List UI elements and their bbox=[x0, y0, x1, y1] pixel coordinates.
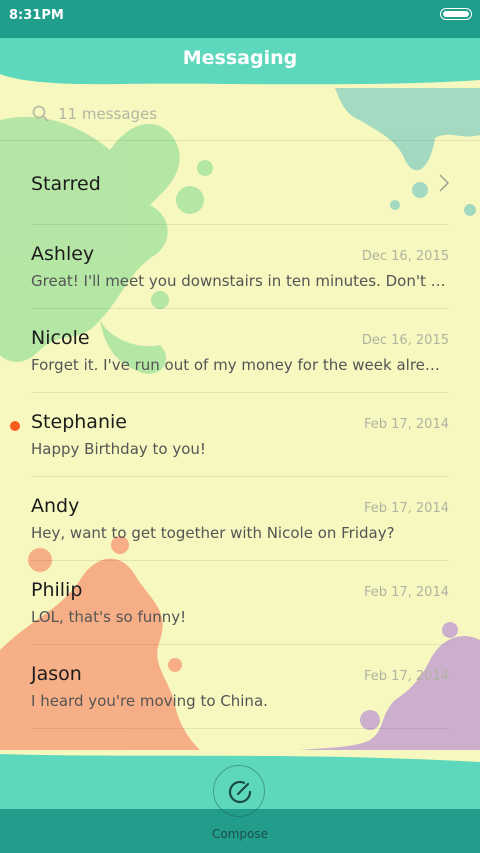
conversation-item-stephanie[interactable]: Stephanie Feb 17, 2014 Happy Birthday to… bbox=[0, 392, 480, 476]
starred-label: Starred bbox=[31, 173, 101, 195]
contact-name: Ashley bbox=[31, 243, 95, 265]
divider bbox=[0, 140, 480, 141]
contact-name: Nicole bbox=[31, 327, 90, 349]
conversation-item-jason[interactable]: Jason Feb 17, 2014 I heard you're moving… bbox=[0, 644, 480, 728]
conversation-item-philip[interactable]: Philip Feb 17, 2014 LOL, that's so funny… bbox=[0, 560, 480, 644]
contact-name: Andy bbox=[31, 495, 80, 517]
message-snippet: Forget it. I've run out of my money for … bbox=[31, 356, 449, 374]
unread-dot bbox=[10, 421, 20, 431]
message-date: Dec 16, 2015 bbox=[361, 333, 449, 348]
message-date: Feb 17, 2014 bbox=[363, 585, 449, 600]
compose-label: Compose bbox=[211, 827, 268, 841]
conversation-item-ashley[interactable]: Ashley Dec 16, 2015 Great! I'll meet you… bbox=[0, 224, 480, 308]
message-snippet: Hey, want to get together with Nicole on… bbox=[31, 524, 395, 542]
compose-icon bbox=[228, 780, 252, 804]
status-time: 8:31PM bbox=[9, 8, 64, 23]
starred-item[interactable]: Starred bbox=[0, 142, 480, 224]
message-snippet: I heard you're moving to China. bbox=[31, 692, 268, 710]
divider bbox=[31, 728, 449, 729]
message-snippet: Great! I'll meet you downstairs in ten m… bbox=[31, 272, 449, 290]
header-bar: Messaging bbox=[0, 38, 480, 86]
battery-icon bbox=[440, 8, 472, 20]
contact-name: Philip bbox=[31, 579, 83, 601]
search-bar[interactable]: 11 messages bbox=[0, 88, 480, 140]
page-title: Messaging bbox=[182, 47, 298, 69]
chevron-right-icon bbox=[439, 174, 449, 192]
message-date: Dec 16, 2015 bbox=[361, 249, 449, 264]
message-date: Feb 17, 2014 bbox=[363, 501, 449, 516]
message-snippet: Happy Birthday to you! bbox=[31, 440, 206, 458]
contact-name: Stephanie bbox=[31, 411, 127, 433]
search-icon bbox=[32, 105, 49, 122]
message-snippet: LOL, that's so funny! bbox=[31, 608, 187, 626]
conversation-item-nicole[interactable]: Nicole Dec 16, 2015 Forget it. I've run … bbox=[0, 308, 480, 392]
contact-name: Jason bbox=[31, 663, 82, 685]
bottom-bar: Compose bbox=[0, 750, 480, 853]
status-bar: 8:31PM bbox=[0, 0, 480, 38]
message-date: Feb 17, 2014 bbox=[363, 669, 449, 684]
conversation-item-andy[interactable]: Andy Feb 17, 2014 Hey, want to get toget… bbox=[0, 476, 480, 560]
compose-button[interactable] bbox=[213, 765, 265, 817]
message-date: Feb 17, 2014 bbox=[363, 417, 449, 432]
search-placeholder: 11 messages bbox=[58, 105, 158, 123]
